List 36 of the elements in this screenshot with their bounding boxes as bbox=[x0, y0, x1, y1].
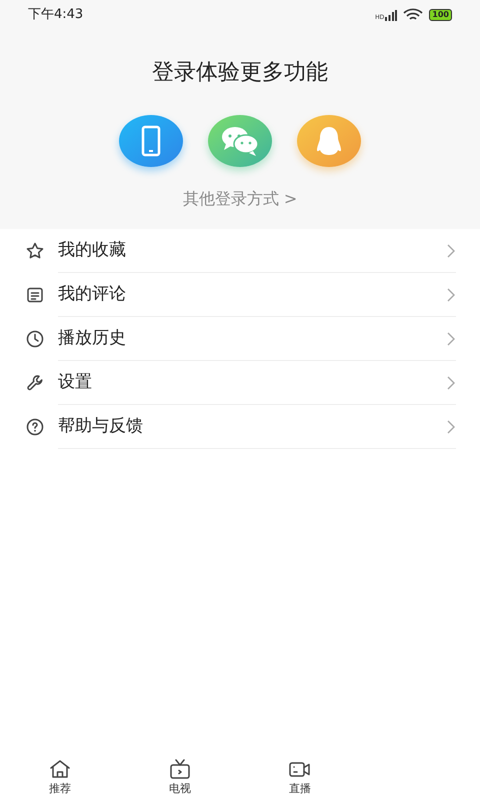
chevron-right-icon bbox=[446, 242, 456, 258]
menu-item[interactable]: 我的评论 bbox=[0, 273, 480, 317]
help-icon bbox=[25, 417, 45, 437]
login-title: 登录体验更多功能 bbox=[152, 59, 328, 87]
battery-indicator: 100 bbox=[429, 9, 452, 21]
wrench-icon bbox=[25, 373, 45, 393]
menu-item[interactable]: 帮助与反馈 bbox=[0, 405, 480, 449]
tab-bar-item[interactable]: 直播 bbox=[240, 756, 360, 800]
tab-bar-item[interactable]: 电视 bbox=[120, 756, 240, 800]
menu-label: 我的收藏 bbox=[58, 238, 126, 262]
signal-icon bbox=[385, 10, 398, 20]
tv-icon bbox=[168, 758, 192, 780]
menu-label: 我的评论 bbox=[58, 282, 126, 306]
menu-item[interactable]: 设置 bbox=[0, 361, 480, 405]
document-icon bbox=[25, 285, 45, 305]
home-icon bbox=[48, 758, 72, 780]
penguin-login-button[interactable] bbox=[297, 115, 361, 167]
chevron-right-icon bbox=[446, 330, 456, 346]
chevron-right-icon bbox=[446, 418, 456, 434]
chat-bubbles-icon bbox=[220, 125, 260, 157]
penguin-icon bbox=[314, 125, 344, 157]
phone-icon bbox=[141, 125, 161, 157]
wifi-icon bbox=[403, 8, 424, 22]
phone-login-button[interactable] bbox=[119, 115, 183, 167]
chevron-right-icon bbox=[446, 286, 456, 302]
status-time: 下午4:43 bbox=[28, 6, 84, 24]
menu-label: 播放历史 bbox=[58, 326, 126, 350]
menu-label: 设置 bbox=[58, 370, 92, 394]
chevron-right-icon bbox=[446, 374, 456, 390]
menu-item[interactable]: 播放历史 bbox=[0, 317, 480, 361]
star-icon bbox=[25, 241, 45, 261]
tab-bar-item[interactable]: 推荐 bbox=[0, 756, 120, 800]
clock-icon bbox=[25, 329, 45, 349]
wechat-login-button[interactable] bbox=[208, 115, 272, 167]
menu-label: 帮助与反馈 bbox=[58, 414, 143, 438]
menu-item[interactable]: 我的收藏 bbox=[0, 229, 480, 273]
